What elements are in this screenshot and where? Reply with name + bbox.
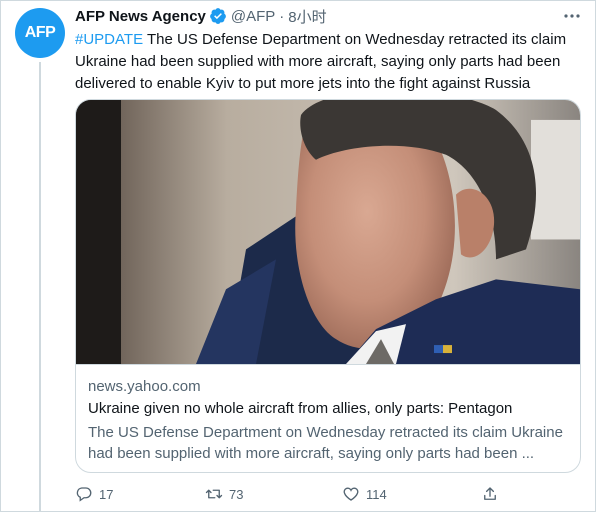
reply-icon bbox=[76, 487, 92, 502]
author-name[interactable]: AFP News Agency bbox=[75, 8, 206, 25]
like-icon bbox=[343, 487, 359, 501]
card-title: Ukraine given no whole aircraft from all… bbox=[88, 400, 513, 417]
retweet-icon bbox=[205, 489, 223, 499]
share-icon bbox=[484, 487, 496, 500]
tweet-timestamp[interactable]: 8小时 bbox=[288, 6, 326, 27]
avatar[interactable]: AFP bbox=[15, 8, 65, 58]
card-image bbox=[76, 100, 580, 365]
tweet-actions: 17 73 114 bbox=[75, 485, 505, 507]
more-icon bbox=[564, 14, 580, 18]
tweet-header: AFP News Agency @AFP · 8小时 bbox=[75, 6, 327, 26]
header-separator: · bbox=[279, 7, 285, 25]
card-domain: news.yahoo.com bbox=[88, 378, 201, 395]
like-button[interactable]: 114 bbox=[342, 485, 387, 503]
verified-badge-icon bbox=[210, 8, 226, 24]
tweet-body: The US Defense Department on Wednesday r… bbox=[75, 31, 567, 92]
tweet-text: #UPDATE The US Defense Department on Wed… bbox=[75, 29, 585, 95]
more-options-button[interactable] bbox=[562, 8, 582, 24]
share-button[interactable] bbox=[481, 485, 499, 503]
card-description: The US Defense Department on Wednesday r… bbox=[88, 424, 563, 462]
link-preview-card[interactable]: news.yahoo.com Ukraine given no whole ai… bbox=[75, 99, 581, 473]
reply-button[interactable]: 17 bbox=[75, 485, 113, 503]
thread-line bbox=[39, 62, 41, 512]
like-count: 114 bbox=[366, 486, 387, 502]
author-handle[interactable]: @AFP bbox=[231, 8, 275, 25]
hashtag-link[interactable]: #UPDATE bbox=[75, 31, 143, 48]
retweet-button[interactable]: 73 bbox=[205, 485, 243, 503]
avatar-logo-text: AFP bbox=[24, 24, 56, 41]
reply-count: 17 bbox=[99, 486, 114, 502]
retweet-count: 73 bbox=[229, 486, 244, 502]
